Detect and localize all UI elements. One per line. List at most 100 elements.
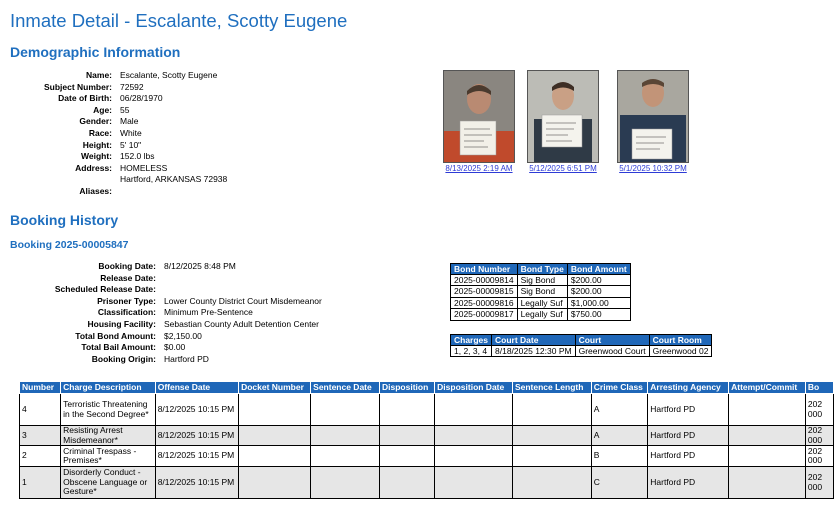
detail-value: Male: [120, 116, 139, 127]
photo-date-link[interactable]: 5/1/2025 10:32 PM: [617, 164, 689, 173]
mugshot-image[interactable]: [527, 70, 599, 163]
detail-row: Aliases:: [24, 186, 227, 198]
detail-row: Release Date:: [24, 273, 322, 285]
booking-photo-3[interactable]: 5/1/2025 10:32 PM: [617, 70, 689, 173]
photo-date-link[interactable]: 8/13/2025 2:19 AM: [443, 164, 515, 173]
booking-history-heading: Booking History: [10, 212, 119, 228]
detail-value: Lower County District Court Misdemeanor: [164, 295, 322, 306]
table-cell: A: [590, 425, 649, 446]
detail-label: Aliases:: [79, 185, 112, 196]
detail-row: Name: Escalante, Scotty Eugene: [24, 70, 227, 82]
column-header: Bo: [804, 381, 834, 394]
detail-row: Address: HOMELESS: [24, 163, 227, 175]
detail-value: [156, 273, 322, 285]
detail-label: Name:: [86, 70, 112, 80]
detail-label: Housing Facility:: [87, 318, 156, 329]
table-cell: [238, 393, 312, 426]
table-cell: [728, 393, 806, 426]
table-cell: 8/12/2025 10:15 PM: [154, 393, 240, 426]
booking-photo-1[interactable]: 8/13/2025 2:19 AM: [443, 70, 515, 173]
table-row: 2025-00009816 Legally Suf $1,000.00: [450, 296, 631, 310]
detail-value: Escalante, Scotty Eugene: [120, 70, 218, 80]
column-header: Attempt/Commit: [728, 381, 806, 394]
table-cell: Disorderly Conduct - Obscene Language or…: [60, 466, 156, 499]
detail-label: Height:: [82, 139, 112, 150]
mugshot-image[interactable]: [617, 70, 689, 163]
table-cell: Greenwood Court: [574, 344, 650, 358]
column-header: Sentence Date: [310, 381, 381, 394]
table-row: 2025-00009814 Sig Bond $200.00: [450, 273, 631, 287]
table-cell: 202 000: [804, 445, 834, 467]
table-cell: Legally Suf: [516, 296, 568, 310]
table-cell: Terroristic Threatening in the Second De…: [60, 393, 156, 426]
column-header: Court Date: [491, 334, 576, 346]
column-header: Docket Number: [238, 381, 312, 394]
detail-row: Classification: Minimum Pre-Sentence: [24, 307, 322, 319]
booking-photo-2[interactable]: 5/12/2025 6:51 PM: [527, 70, 599, 173]
table-cell: [238, 425, 312, 446]
table-cell: $200.00: [566, 285, 631, 298]
detail-label: Age:: [93, 104, 112, 115]
column-header: Bond Amount: [566, 263, 631, 275]
table-cell: 3: [18, 425, 62, 446]
table-cell: 2: [18, 445, 62, 467]
detail-label: Booking Origin:: [91, 353, 156, 364]
table-row: 4 Terroristic Threatening in the Second D…: [18, 393, 834, 426]
table-cell: [434, 425, 513, 446]
detail-value: Hartford PD: [164, 353, 209, 364]
detail-row: Prisoner Type: Lower County District Cour…: [24, 296, 322, 308]
detail-label: Subject Number:: [43, 81, 112, 92]
table-cell: [310, 466, 381, 499]
table-row: 2025-00009815 Sig Bond $200.00: [450, 285, 631, 298]
detail-label: Gender:: [79, 116, 112, 127]
table-cell: 2025-00009816: [450, 296, 518, 310]
court-table: Charges Court Date Court Court Room 1, 2, 3…: [449, 334, 713, 358]
column-header: Offense Date: [154, 381, 240, 394]
table-cell: Hartford PD: [647, 466, 730, 499]
table-cell: [310, 445, 381, 467]
column-header: Bond Number: [450, 263, 518, 275]
detail-label: Scheduled Release Date:: [54, 284, 156, 295]
detail-label: [24, 174, 112, 186]
table-cell: 2025-00009814: [450, 273, 518, 287]
table-cell: Hartford PD: [647, 445, 730, 467]
detail-row: Booking Date: 8/12/2025 8:48 PM: [24, 261, 322, 273]
table-cell: 8/18/2025 12:30 PM: [491, 344, 576, 358]
table-cell: 1: [18, 466, 62, 499]
detail-value: 152.0 lbs: [120, 151, 155, 162]
detail-label: Total Bond Amount:: [75, 330, 156, 341]
column-header: Sentence Length: [511, 381, 592, 394]
detail-value: 5' 10": [120, 139, 142, 150]
detail-label: Race:: [88, 127, 112, 138]
table-cell: $750.00: [566, 308, 631, 321]
table-row: 2025-00009817 Legally Suf $750.00: [450, 308, 631, 321]
table-cell: [238, 466, 312, 499]
detail-row: Date of Birth: 06/28/1970: [24, 93, 227, 105]
table-cell: 4: [18, 393, 62, 426]
table-cell: [511, 466, 592, 499]
table-cell: 202 000: [804, 466, 834, 499]
table-cell: [238, 445, 312, 467]
photo-date-link[interactable]: 5/12/2025 6:51 PM: [527, 164, 599, 173]
mugshot-image[interactable]: [443, 70, 515, 163]
detail-row: Total Bail Amount: $0.00: [24, 342, 322, 354]
table-cell: Hartford PD: [647, 425, 730, 446]
detail-value: 72592: [120, 81, 144, 92]
detail-row: Scheduled Release Date:: [24, 284, 322, 296]
table-row: 1 Disorderly Conduct - Obscene Language o…: [18, 466, 834, 499]
detail-value: Minimum Pre-Sentence: [164, 307, 253, 318]
column-header: Charge Description: [60, 381, 156, 394]
bond-table: Bond Number Bond Type Bond Amount 2025-000…: [450, 263, 631, 321]
detail-value: HOMELESS: [120, 162, 168, 173]
detail-row: Total Bond Amount: $2,150.00: [24, 331, 322, 343]
detail-label: Date of Birth:: [58, 93, 112, 104]
table-cell: [434, 466, 513, 499]
detail-value: Sebastian County Adult Detention Center: [164, 318, 319, 329]
table-cell: B: [590, 445, 649, 467]
detail-value: Hartford, ARKANSAS 72938: [120, 174, 228, 185]
table-cell: [310, 425, 381, 446]
table-row: 1, 2, 3, 4 8/18/2025 12:30 PM Greenwood Co…: [449, 344, 713, 358]
table-cell: Sig Bond: [516, 273, 568, 287]
column-header: Crime Class: [590, 381, 649, 394]
detail-row: Housing Facility: Sebastian County Adult …: [24, 319, 322, 331]
